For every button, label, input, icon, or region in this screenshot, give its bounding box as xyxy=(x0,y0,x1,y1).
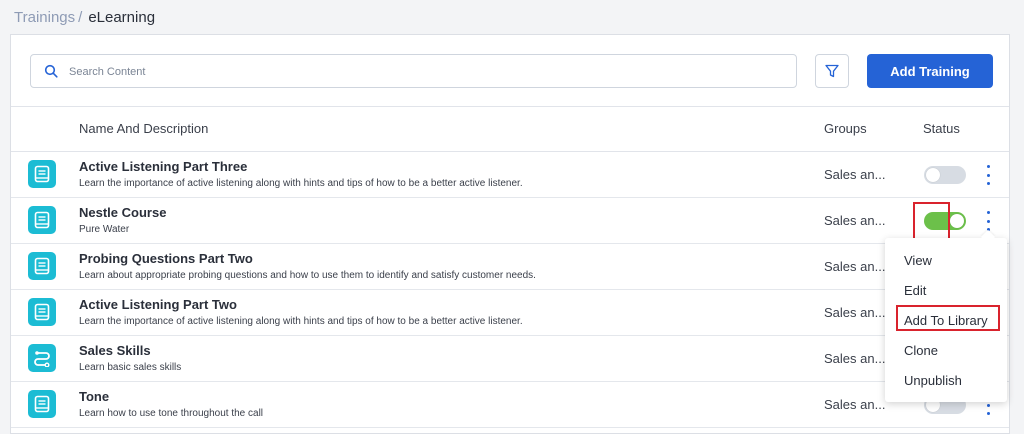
row-description: Pure Water xyxy=(79,224,130,235)
content-panel: Add Training Name And Description Groups… xyxy=(10,34,1010,434)
row-groups: Sales an... xyxy=(824,397,886,412)
menu-item-add-to-library[interactable]: Add To Library xyxy=(904,313,988,328)
path-icon xyxy=(28,344,56,372)
row-groups: Sales an... xyxy=(824,351,886,366)
row-description: Learn basic sales skills xyxy=(79,362,182,373)
row-description: Learn how to use tone throughout the cal… xyxy=(79,408,264,419)
search-icon xyxy=(44,64,58,78)
breadcrumb-trainings-link[interactable]: Trainings xyxy=(14,9,75,26)
row-description: Learn about appropriate probing question… xyxy=(79,270,536,281)
search-box[interactable] xyxy=(30,54,797,89)
menu-item-clone[interactable]: Clone xyxy=(904,343,938,358)
book-icon xyxy=(28,252,56,280)
toggle-highlight-annotation xyxy=(913,202,950,241)
row-description: Learn the importance of active listening… xyxy=(79,178,523,189)
add-training-button[interactable]: Add Training xyxy=(867,54,993,88)
menu-item-view[interactable]: View xyxy=(904,253,932,268)
row-groups: Sales an... xyxy=(824,259,886,274)
table-row[interactable]: Tone Learn how to use tone throughout th… xyxy=(11,382,1009,428)
table-row[interactable]: Nestle Course Pure Water Sales an... xyxy=(11,198,1009,244)
breadcrumb: Trainings / eLearning xyxy=(14,9,155,26)
column-header-status: Status xyxy=(923,121,960,136)
row-groups: Sales an... xyxy=(824,305,886,320)
row-groups: Sales an... xyxy=(824,213,886,228)
more-options-icon[interactable] xyxy=(983,211,993,231)
breadcrumb-current: eLearning xyxy=(88,9,156,26)
book-icon xyxy=(28,390,56,418)
row-title[interactable]: Active Listening Part Three xyxy=(79,159,247,174)
status-toggle[interactable] xyxy=(924,166,966,184)
row-description: Learn the importance of active listening… xyxy=(79,316,523,327)
table-row[interactable]: Sales Skills Learn basic sales skills Sa… xyxy=(11,336,1009,382)
column-header-name: Name And Description xyxy=(79,121,209,136)
row-title[interactable]: Probing Questions Part Two xyxy=(79,251,253,266)
filter-button[interactable] xyxy=(815,54,849,88)
table-row[interactable]: Active Listening Part Two Learn the impo… xyxy=(11,290,1009,336)
divider xyxy=(11,106,1009,107)
menu-item-edit[interactable]: Edit xyxy=(904,283,926,298)
row-title[interactable]: Sales Skills xyxy=(79,343,151,358)
column-header-groups: Groups xyxy=(824,121,867,136)
breadcrumb-separator: / xyxy=(78,9,83,26)
row-groups: Sales an... xyxy=(824,167,886,182)
row-title[interactable]: Tone xyxy=(79,389,109,404)
search-input[interactable] xyxy=(67,55,771,89)
row-context-menu: View Edit Add To Library Clone Unpublish xyxy=(885,238,1007,402)
filter-icon xyxy=(825,64,839,78)
book-icon xyxy=(28,298,56,326)
row-title[interactable]: Nestle Course xyxy=(79,205,166,220)
row-title[interactable]: Active Listening Part Two xyxy=(79,297,237,312)
book-icon xyxy=(28,160,56,188)
table-row[interactable]: Active Listening Part Three Learn the im… xyxy=(11,152,1009,198)
menu-item-unpublish[interactable]: Unpublish xyxy=(904,373,962,388)
table-row[interactable]: Probing Questions Part Two Learn about a… xyxy=(11,244,1009,290)
book-icon xyxy=(28,206,56,234)
more-options-icon[interactable] xyxy=(983,165,993,185)
